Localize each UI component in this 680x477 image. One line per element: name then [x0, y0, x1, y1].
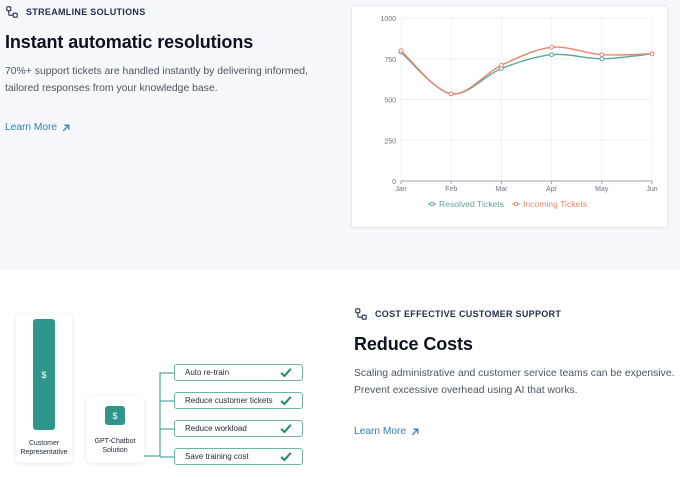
data-point: [599, 52, 605, 58]
legend-label: Resolved Tickets: [439, 199, 504, 209]
data-point: [448, 91, 454, 97]
dollar-icon: $: [112, 410, 118, 421]
card-label-line: Solution: [102, 447, 128, 454]
representative-cost-bar: $: [33, 319, 55, 430]
chatbot-cost-bar: $: [105, 406, 125, 425]
description-line: Prevent excessive overhead using AI that…: [354, 385, 578, 396]
benefit-save-training-cost: Save training cost: [174, 448, 303, 465]
benefit-label: Save training cost: [185, 452, 249, 461]
card-label: GPT-Chatbot Solution: [86, 437, 144, 455]
card-label-line: Customer: [28, 440, 60, 447]
description-line: 70%+ support tickets are handled instant…: [5, 66, 308, 77]
dollar-icon: $: [41, 369, 47, 380]
card-label-line: GPT-Chatbot: [94, 438, 136, 445]
tickets-chart-card: 0 250 500 750 1000 Jan Feb Mar Apr May Jun Resolved…: [351, 5, 668, 228]
y-tick-label: 250: [384, 138, 396, 145]
checkmark-icon: [280, 424, 292, 434]
checkmark-icon: [280, 452, 292, 462]
benefit-label: Reduce customer tickets: [185, 396, 273, 405]
benefit-label: Auto re-train: [185, 368, 230, 377]
legend-marker: [513, 201, 519, 207]
x-tick-label: May: [595, 186, 609, 193]
section-eyebrow: STREAMLINE SOLUTIONS: [6, 6, 146, 18]
legend-label: Incoming Tickets: [523, 199, 587, 209]
benefit-reduce-workload: Reduce workload: [174, 420, 303, 437]
streamline-section: STREAMLINE SOLUTIONS Instant automatic r…: [0, 0, 680, 270]
data-point: [398, 48, 404, 53]
benefit-reduce-tickets: Reduce customer tickets: [174, 392, 303, 409]
section-title: Instant automatic resolutions: [5, 32, 254, 52]
card-label-line: Representative: [20, 449, 68, 456]
y-tick-label: 750: [384, 57, 396, 64]
cost-section: $ Customer Representative $ GPT-Chatbot …: [0, 270, 680, 477]
card-label: Customer Representative: [16, 439, 72, 457]
learn-more-link[interactable]: Learn More: [354, 426, 419, 437]
learn-more-link[interactable]: Learn More: [5, 122, 70, 133]
x-tick-label: Jan: [395, 186, 406, 193]
arrow-up-right-icon: [62, 124, 70, 131]
description-line: tailored responses from your knowledge b…: [5, 83, 218, 94]
y-tick-label: 1000: [380, 16, 396, 23]
eyebrow-text: STREAMLINE SOLUTIONS: [26, 7, 146, 17]
workflow-icon: [355, 308, 367, 320]
x-tick-label: Feb: [445, 186, 457, 193]
data-point: [599, 56, 605, 62]
section-title: Reduce Costs: [354, 334, 473, 354]
data-point: [549, 52, 555, 58]
y-tick-label: 500: [384, 98, 396, 105]
data-point: [649, 51, 655, 57]
tickets-line-chart: 0 250 500 750 1000 Jan Feb Mar Apr May Jun Resolved…: [380, 16, 657, 209]
section-description: 70%+ support tickets are handled instant…: [5, 63, 345, 97]
x-tick-label: Jun: [646, 186, 657, 193]
series-line-incoming: [400, 46, 653, 95]
learn-more-label: Learn More: [5, 122, 58, 133]
section-description: Scaling administrative and customer serv…: [354, 365, 678, 399]
y-tick-label: 0: [392, 179, 396, 186]
x-tick-label: Mar: [495, 186, 508, 193]
checkmark-icon: [280, 368, 292, 378]
checkmark-icon: [280, 396, 292, 406]
workflow-icon: [6, 6, 18, 18]
description-line: Scaling administrative and customer serv…: [354, 368, 675, 379]
benefit-auto-retrain: Auto re-train: [174, 364, 303, 381]
benefit-label: Reduce workload: [185, 424, 247, 433]
section-eyebrow: COST EFFECTIVE CUSTOMER SUPPORT: [355, 308, 561, 320]
gpt-chatbot-card: $ GPT-Chatbot Solution: [86, 396, 144, 463]
eyebrow-text: COST EFFECTIVE CUSTOMER SUPPORT: [375, 309, 562, 319]
customer-representative-card: $ Customer Representative: [16, 313, 72, 463]
data-point: [499, 62, 504, 68]
x-tick-label: Apr: [546, 186, 558, 193]
data-point: [549, 44, 555, 50]
arrow-up-right-icon: [411, 428, 419, 435]
legend-marker: [429, 201, 435, 207]
learn-more-label: Learn More: [354, 426, 407, 437]
